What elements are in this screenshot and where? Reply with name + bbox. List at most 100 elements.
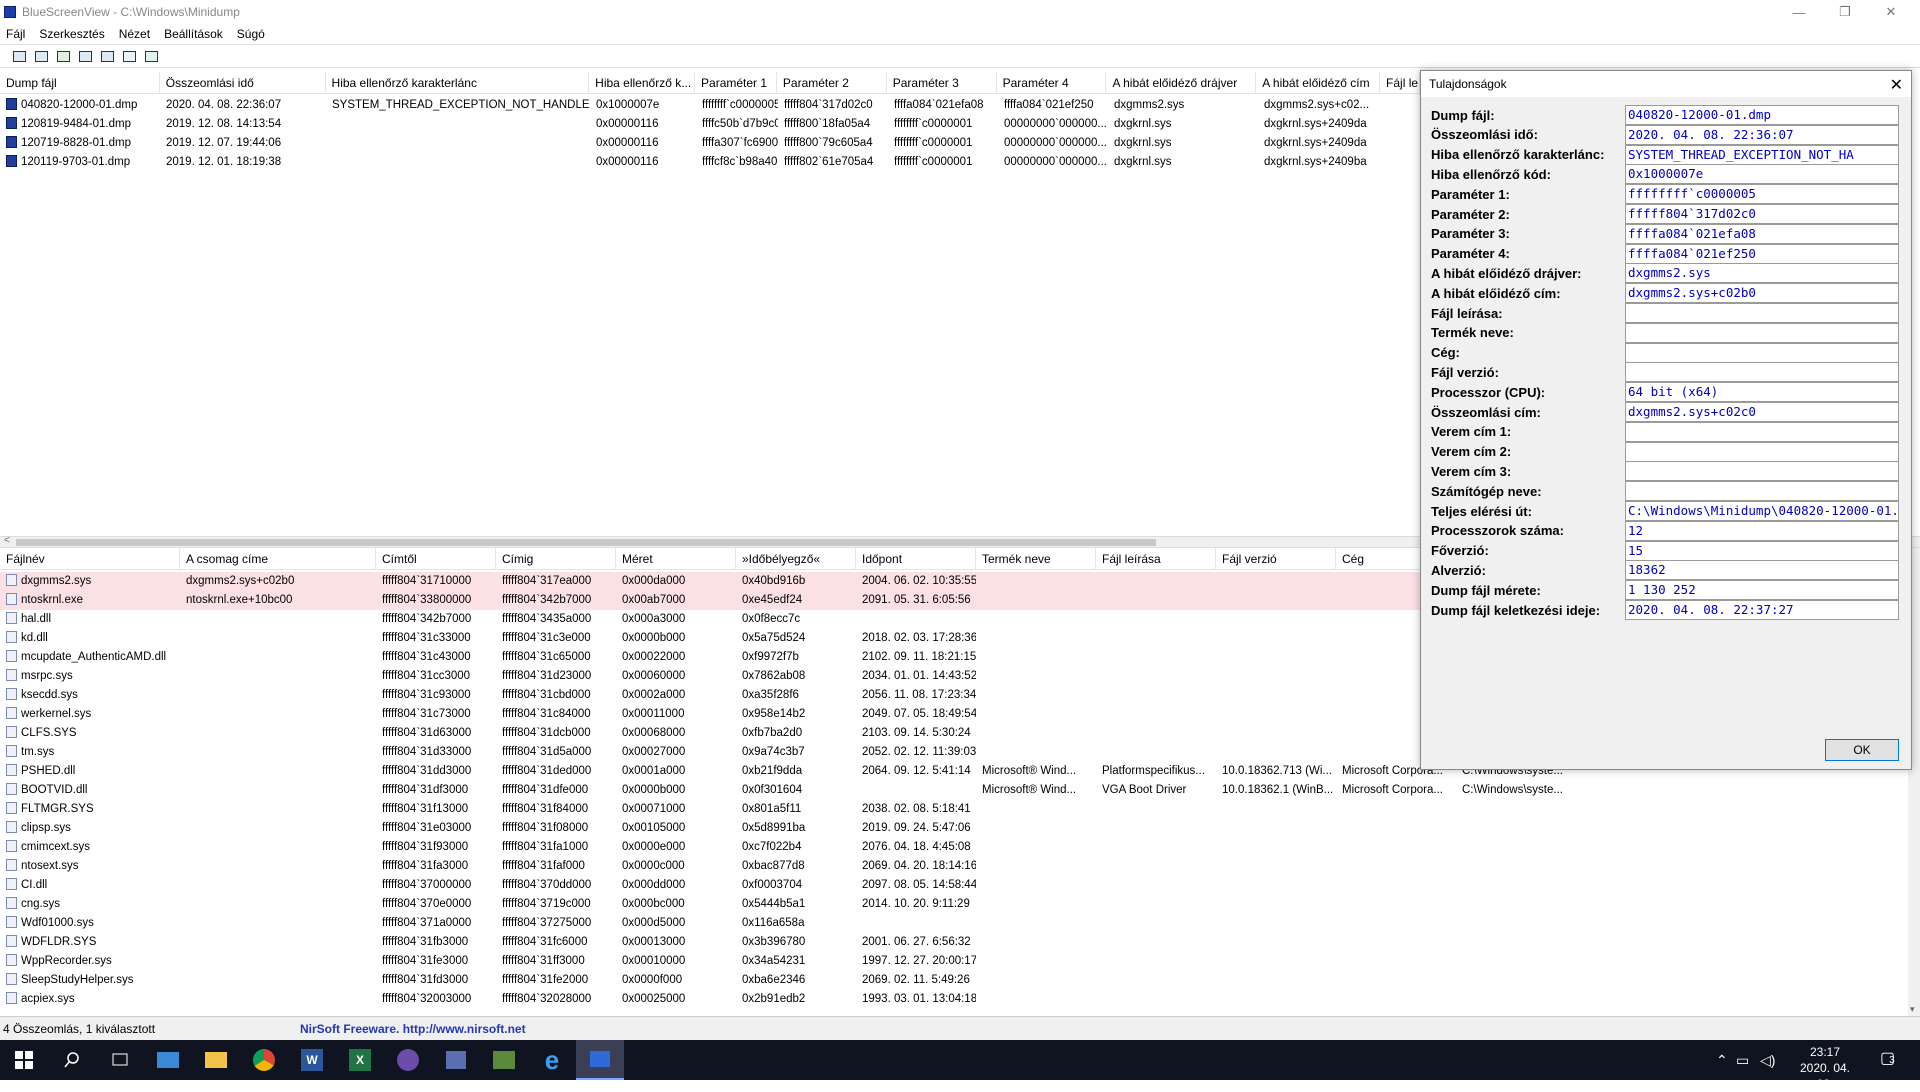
property-value[interactable] [1625,342,1899,363]
tray-chevron-icon[interactable]: ⌃ [1716,1052,1736,1069]
menu-view[interactable]: Nézet [119,27,150,41]
bot-col-2[interactable]: Címtől [376,548,496,570]
crash-row[interactable]: 040820-12000-01.dmp 2020. 04. 08. 22:36:0… [0,96,1420,115]
property-value[interactable]: 15 [1625,540,1899,561]
chrome-icon[interactable] [240,1040,288,1080]
export-icon[interactable] [32,47,50,65]
property-value[interactable]: ffffa084`021efa08 [1625,223,1899,244]
crash-row[interactable]: 120719-8828-01.dmp 2019. 12. 07. 19:44:06… [0,134,1420,153]
top-col-7[interactable]: Paraméter 4 [997,72,1107,94]
property-value[interactable]: SYSTEM_THREAD_EXCEPTION_NOT_HA [1625,144,1899,165]
file-explorer-icon[interactable] [192,1040,240,1080]
properties-icon[interactable] [98,47,116,65]
driver-row[interactable]: acpiex.sys fffff804`32003000 fffff804`3202… [0,990,1908,1009]
copy-icon[interactable] [76,47,94,65]
property-value[interactable] [1625,421,1899,442]
bot-col-5[interactable]: »Időbélyegző« [736,548,856,570]
property-value[interactable] [1625,441,1899,462]
driver-row[interactable]: WppRecorder.sys fffff804`31fe3000 fffff804… [0,952,1908,971]
driver-row[interactable]: cmimcext.sys fffff804`31f93000 fffff804`31… [0,838,1908,857]
refresh-icon[interactable] [54,47,72,65]
property-value[interactable] [1625,362,1899,383]
driver-row[interactable]: CI.dll fffff804`37000000 fffff804`370dd000… [0,876,1908,895]
exit-icon[interactable] [142,47,160,65]
store-icon[interactable] [432,1040,480,1080]
driver-row[interactable]: WDFLDR.SYS fffff804`31fb3000 fffff804`31fc… [0,933,1908,952]
top-col-4[interactable]: Paraméter 1 [695,72,777,94]
edge-icon[interactable]: e [528,1040,576,1080]
minimize-button[interactable]: — [1776,0,1822,24]
top-col-0[interactable]: Dump fájl [0,72,160,94]
property-value[interactable] [1625,461,1899,482]
property-value[interactable]: 1 130 252 [1625,580,1899,601]
property-value[interactable]: 2020. 04. 08. 22:36:07 [1625,124,1899,145]
notification-icon[interactable]: ▢3 [1880,1048,1906,1072]
scroll-down-icon[interactable]: ▾ [1910,1004,1915,1015]
property-value[interactable]: 040820-12000-01.dmp [1625,105,1899,125]
property-value[interactable] [1625,322,1899,343]
property-value[interactable]: 12 [1625,520,1899,541]
driver-row[interactable]: Wdf01000.sys fffff804`371a0000 fffff804`37… [0,914,1908,933]
menu-file[interactable]: Fájl [6,27,25,41]
bot-col-6[interactable]: Időpont [856,548,976,570]
property-value[interactable] [1625,303,1899,323]
property-value[interactable]: ffffa084`021ef250 [1625,243,1899,264]
property-value[interactable]: ffffffff`c0000005 [1625,184,1899,205]
app-icon-purple[interactable] [384,1040,432,1080]
top-col-3[interactable]: Hiba ellenőrző k... [589,72,696,94]
scroll-thumb[interactable] [16,539,1156,546]
property-value[interactable]: dxgmms2.sys+c02b0 [1625,283,1899,304]
media-icon[interactable] [480,1040,528,1080]
property-value[interactable]: dxgmms2.sys+c02c0 [1625,402,1899,422]
close-window-button[interactable]: ✕ [1868,0,1914,24]
bot-col-7[interactable]: Termék neve [976,548,1096,570]
search-icon[interactable] [48,1040,96,1080]
top-col-9[interactable]: A hibát előidéző cím [1256,72,1381,94]
word-icon[interactable]: W [288,1040,336,1080]
property-value[interactable] [1625,481,1899,502]
find-icon[interactable] [120,47,138,65]
property-value[interactable]: 2020. 04. 08. 22:37:27 [1625,600,1899,620]
dialog-close-button[interactable]: ✕ [1890,75,1903,95]
top-col-5[interactable]: Paraméter 2 [777,72,887,94]
clock[interactable]: 23:17 2020. 04. 08. [1790,1044,1860,1092]
driver-row[interactable]: ntosext.sys fffff804`31fa3000 fffff804`31f… [0,857,1908,876]
volume-icon[interactable]: ◁) [1760,1052,1784,1069]
explorer-icon[interactable] [144,1040,192,1080]
bot-col-8[interactable]: Fájl leírása [1096,548,1216,570]
scroll-left-icon[interactable]: < [4,535,10,546]
bluescreenview-icon[interactable] [576,1040,624,1080]
top-col-8[interactable]: A hibát előidéző drájver [1106,72,1257,94]
top-col-1[interactable]: Összeomlási idő [160,72,326,94]
task-view-icon[interactable] [96,1040,144,1080]
start-button[interactable] [0,1040,48,1080]
property-value[interactable]: 0x1000007e [1625,164,1899,185]
crash-row[interactable]: 120819-9484-01.dmp 2019. 12. 08. 14:13:54… [0,115,1420,134]
driver-row[interactable]: clipsp.sys fffff804`31e03000 fffff804`31f0… [0,819,1908,838]
property-value[interactable]: fffff804`317d02c0 [1625,204,1899,224]
nirsoft-link[interactable]: NirSoft Freeware. http://www.nirsoft.net [300,1022,526,1036]
maximize-button[interactable]: ❐ [1822,0,1868,24]
top-col-10[interactable]: Fájl leírása [1380,72,1420,94]
bot-col-0[interactable]: Fájlnév [0,548,180,570]
menu-edit[interactable]: Szerkesztés [39,27,104,41]
excel-icon[interactable]: X [336,1040,384,1080]
bot-col-3[interactable]: Címig [496,548,616,570]
driver-row[interactable]: SleepStudyHelper.sys fffff804`31fd3000 fff… [0,971,1908,990]
driver-row[interactable]: cng.sys fffff804`370e0000 fffff804`3719c00… [0,895,1908,914]
top-col-2[interactable]: Hiba ellenőrző karakterlánc [326,72,590,94]
ok-button[interactable]: OK [1825,739,1899,761]
menu-options[interactable]: Beállítások [164,27,223,41]
top-col-6[interactable]: Paraméter 3 [887,72,997,94]
save-icon[interactable] [10,47,28,65]
bot-col-4[interactable]: Méret [616,548,736,570]
property-value[interactable]: dxgmms2.sys [1625,263,1899,284]
bot-col-9[interactable]: Fájl verzió [1216,548,1336,570]
property-value[interactable]: 64 bit (x64) [1625,382,1899,403]
property-value[interactable]: C:\Windows\Minidump\040820-12000-01.d [1625,501,1899,521]
property-value[interactable]: 18362 [1625,560,1899,581]
driver-row[interactable]: FLTMGR.SYS fffff804`31f13000 fffff804`31f8… [0,800,1908,819]
crash-row[interactable]: 120119-9703-01.dmp 2019. 12. 01. 18:19:38… [0,153,1420,172]
network-icon[interactable]: ▭ [1736,1052,1760,1069]
bot-col-1[interactable]: A csomag címe [180,548,376,570]
